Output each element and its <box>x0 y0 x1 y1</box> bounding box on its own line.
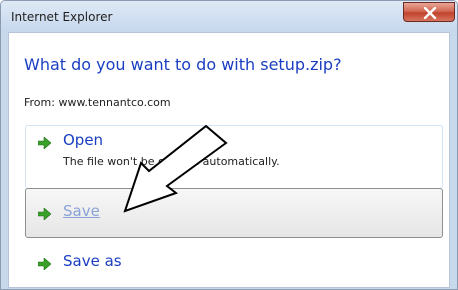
green-arrow-icon <box>38 258 51 270</box>
open-description: The file won't be opened automatically. <box>63 155 280 168</box>
dialog-content: What do you want to do with setup.zip? F… <box>8 32 450 288</box>
open-option[interactable]: Open The file won't be opened automatica… <box>25 125 443 189</box>
from-text: From: www.tennantco.com <box>24 96 171 109</box>
close-button[interactable] <box>403 2 455 22</box>
close-icon <box>423 7 437 19</box>
save-as-option[interactable]: Save as <box>25 243 443 283</box>
title-bar: Internet Explorer <box>1 1 457 32</box>
dialog-window: Internet Explorer What do you want to do… <box>0 0 458 290</box>
open-label: Open <box>63 131 104 149</box>
save-option[interactable]: Save <box>25 188 443 238</box>
green-arrow-icon <box>38 208 51 220</box>
dialog-question: What do you want to do with setup.zip? <box>24 55 342 74</box>
window-title: Internet Explorer <box>11 10 113 24</box>
save-label: Save <box>63 202 100 220</box>
green-arrow-icon <box>38 137 51 149</box>
save-as-label: Save as <box>63 252 122 270</box>
